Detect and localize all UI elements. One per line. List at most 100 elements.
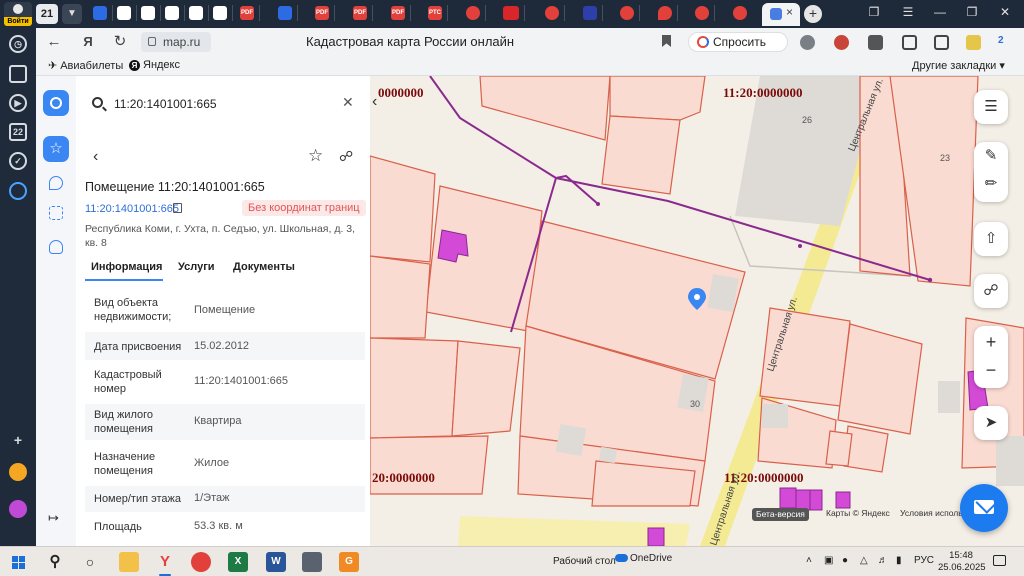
messenger-icon[interactable] <box>9 500 27 518</box>
bookmark-item[interactable]: Я Яндекс <box>129 59 180 71</box>
url-field[interactable]: map.ru <box>141 32 211 52</box>
ruler-button[interactable]: ✎ ✏ <box>974 142 1008 202</box>
yandex-icon[interactable]: Я <box>78 32 98 52</box>
battery-icon[interactable]: ▮ <box>896 555 902 566</box>
app-icon[interactable] <box>9 463 27 481</box>
map-attribution[interactable]: Карты © Яндекс <box>826 508 890 518</box>
pdf-tab-icon[interactable]: PDF <box>391 5 411 21</box>
cadastral-map[interactable]: 0000000 11:20:0000000 11:20:0000000 20:0… <box>370 76 1024 546</box>
tab-services[interactable]: Услуги <box>178 261 215 273</box>
back-arrow-icon[interactable]: ← <box>44 32 64 52</box>
system-clock[interactable]: 15:48 25.06.2025 <box>938 550 986 574</box>
route-icon[interactable] <box>49 176 63 190</box>
tab-favicon-6[interactable] <box>213 5 233 21</box>
pdf-tab-icon[interactable]: РТС <box>428 5 448 21</box>
share-icon[interactable]: ☍ <box>339 148 353 165</box>
tab-favicon-3[interactable] <box>141 5 161 21</box>
tab-favicon-2[interactable] <box>117 5 137 21</box>
volume-icon[interactable]: ♬ <box>878 555 888 566</box>
bookmark-item[interactable]: ✈ Авиабилеты <box>48 59 123 72</box>
tab-favicon-emblem[interactable] <box>583 5 603 21</box>
tab-count-button[interactable]: 21 <box>36 4 58 24</box>
calculator-icon[interactable] <box>302 552 322 572</box>
favorites-button[interactable]: ☆ <box>43 136 69 162</box>
calendar-badge[interactable]: 22 <box>9 123 27 141</box>
star-icon[interactable]: ☆ <box>308 146 323 166</box>
add-icon[interactable]: + <box>9 433 27 451</box>
tab-documents[interactable]: Документы <box>233 261 295 273</box>
edit-icon[interactable]: ✏ <box>974 170 1008 198</box>
minimize-icon[interactable]: — <box>930 5 950 19</box>
onedrive-label[interactable]: OneDrive <box>630 553 672 564</box>
restore-icon[interactable]: ❐ <box>962 5 982 19</box>
app-tray-icon[interactable]: ▣ <box>824 555 833 566</box>
mail-button[interactable] <box>960 484 1008 532</box>
select-area-icon[interactable] <box>49 206 63 220</box>
close-icon[interactable]: ✕ <box>342 94 354 111</box>
word-icon[interactable]: W <box>266 552 286 572</box>
excel-icon[interactable]: X <box>228 552 248 572</box>
pdf-tab-icon[interactable]: PDF <box>353 5 373 21</box>
extension-icon[interactable] <box>868 35 883 50</box>
copy-icon[interactable] <box>173 203 182 213</box>
rts-tab-icon[interactable] <box>503 5 525 21</box>
cloud-icon[interactable] <box>49 240 63 254</box>
collections-icon[interactable] <box>9 65 27 83</box>
close-window-icon[interactable]: ✕ <box>995 5 1015 19</box>
profile-avatar[interactable]: Войти <box>4 2 32 26</box>
puzzle-icon[interactable] <box>902 35 917 50</box>
chevron-up-icon[interactable]: ˄ <box>806 555 812 566</box>
map-canvas[interactable]: 0000000 11:20:0000000 11:20:0000000 20:0… <box>370 76 1024 546</box>
navigation-arrow-icon[interactable]: ➤ <box>974 406 1008 440</box>
yandex-tab-icon[interactable] <box>695 5 715 21</box>
explorer-icon[interactable] <box>119 552 139 572</box>
play-icon[interactable]: ▶ <box>9 94 27 112</box>
extension-icon[interactable] <box>934 35 949 50</box>
reload-icon[interactable]: ↻ <box>110 32 130 52</box>
notifications-icon[interactable] <box>993 555 1006 566</box>
windows-start-icon[interactable] <box>12 556 25 569</box>
zoom-in-button[interactable]: + <box>974 328 1008 356</box>
zoom-out-button[interactable]: − <box>974 356 1008 384</box>
task-view-icon[interactable]: ○ <box>80 552 100 572</box>
alice-icon[interactable] <box>9 182 27 200</box>
active-tab[interactable]: × <box>762 3 800 26</box>
chevron-left-icon[interactable]: ‹ <box>93 148 98 166</box>
chevron-down-icon[interactable]: ▼ <box>62 4 82 24</box>
pdf-tab-icon[interactable]: PDF <box>315 5 335 21</box>
extension-icon[interactable] <box>966 35 981 50</box>
downloads-badge[interactable]: 2 <box>998 35 1013 50</box>
tab-favicon-1[interactable] <box>93 5 113 21</box>
search-input[interactable]: 11:20:1401001:665 <box>114 97 217 111</box>
pdf-tab-icon[interactable]: PDF <box>240 5 260 21</box>
history-icon[interactable]: ◷ <box>9 35 27 53</box>
share-icon[interactable]: ☍ <box>974 274 1008 308</box>
onedrive-icon[interactable] <box>615 554 628 562</box>
yandex-tab-icon[interactable] <box>620 5 640 21</box>
site-logo[interactable] <box>43 90 69 116</box>
upload-icon[interactable]: ⇧ <box>974 222 1008 256</box>
yandex-browser-icon[interactable]: Y <box>155 552 175 576</box>
maps-tab-icon[interactable] <box>658 5 678 21</box>
app-icon[interactable]: G <box>339 552 359 572</box>
collapse-panel-icon[interactable]: ‹ <box>372 93 377 111</box>
microphone-icon[interactable]: ● <box>842 555 848 566</box>
check-icon[interactable]: ✓ <box>9 152 27 170</box>
ask-button[interactable]: Спросить <box>688 32 788 52</box>
tab-favicon-5[interactable] <box>189 5 209 21</box>
shield-icon[interactable] <box>800 35 815 50</box>
language-indicator[interactable]: РУС <box>914 555 934 566</box>
other-bookmarks[interactable]: Другие закладки ▾ <box>912 59 1005 72</box>
close-icon[interactable]: × <box>786 5 793 19</box>
layers-icon[interactable]: ☰ <box>974 90 1008 124</box>
chrome-icon[interactable] <box>191 552 211 572</box>
cadastral-link[interactable]: 11:20:1401001:665 <box>85 203 179 215</box>
menu-icon[interactable]: ☰ <box>898 5 918 19</box>
yandex-tab-icon[interactable] <box>545 5 565 21</box>
ruler-icon[interactable]: ✎ <box>974 142 1008 170</box>
wifi-icon[interactable]: △ <box>860 555 868 566</box>
extension-icon[interactable] <box>834 35 849 50</box>
desktop-label[interactable]: Рабочий стол <box>553 556 616 567</box>
tab-favicon-4[interactable] <box>165 5 185 21</box>
mail-tab-icon[interactable] <box>278 5 298 21</box>
